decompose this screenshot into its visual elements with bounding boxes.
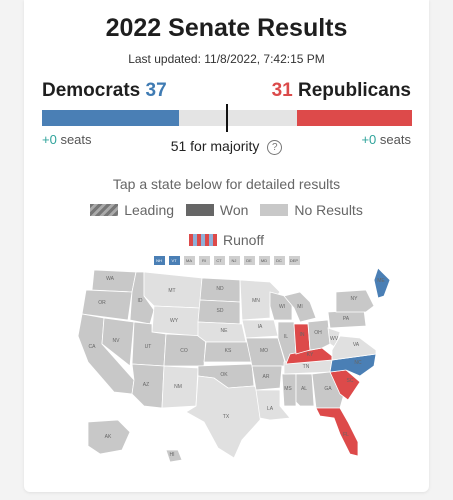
state-label-sc: SC [347, 378, 354, 384]
state-label-ut: UT [145, 344, 152, 350]
state-label-al: AL [301, 386, 307, 392]
state-label-hi: HI [170, 452, 175, 458]
map-instruction: Tap a state below for detailed results [112, 176, 341, 192]
state-label-ar: AR [263, 374, 270, 380]
state-label-wv: WV [330, 336, 339, 342]
state-label-va: VA [353, 342, 360, 348]
won-swatch [185, 204, 214, 216]
state-label-mn: MN [252, 298, 260, 304]
legend-leading: Leading [90, 202, 174, 218]
state-label-fl: FL [343, 432, 349, 438]
state-label-me: ME [377, 278, 385, 284]
state-label-ne: NE [221, 328, 229, 334]
state-label-nv: NV [113, 338, 121, 344]
democrats-count: 37 [145, 80, 167, 101]
state-label-wa: WA [106, 276, 115, 282]
state-label-ca: CA [89, 344, 97, 350]
leading-swatch [90, 204, 119, 216]
state-wa[interactable] [91, 269, 137, 293]
state-label-nc: NC [354, 360, 362, 366]
legend-no-results: No Results [260, 202, 363, 218]
state-label-ks: KS [225, 348, 232, 354]
legend-won-label: Won [219, 202, 249, 218]
legend-runoff: Runoff [24, 232, 429, 248]
state-label-il: IL [284, 334, 288, 340]
democrats-total: Democrats 37 [42, 80, 167, 102]
republicans-bar-fill [297, 110, 412, 126]
legend-runoff-label: Runoff [223, 232, 264, 248]
state-label-la: LA [267, 406, 274, 412]
state-label-oh: OH [314, 330, 322, 336]
state-label-mi: MI [297, 304, 303, 310]
democrats-bar-fill [42, 110, 179, 126]
state-label-az: AZ [143, 382, 149, 388]
state-label-wy: WY [170, 318, 179, 324]
democrats-label: Democrats [42, 80, 141, 101]
legend-leading-label: Leading [124, 202, 175, 218]
state-label-mt: MT [168, 288, 175, 294]
page-title: 2022 Senate Results [105, 14, 348, 42]
state-label-tn: TN [303, 364, 310, 370]
state-label-pa: PA [343, 316, 350, 322]
senate-results-card: 2022 Senate Results Last updated: 11/8/2… [24, 0, 429, 492]
state-label-ak: AK [105, 434, 112, 440]
state-label-id: ID [138, 298, 143, 304]
republicans-count: 31 [271, 80, 293, 101]
republicans-label: Republicans [298, 80, 411, 101]
help-icon[interactable]: ? [267, 140, 283, 155]
last-updated: Last updated: 11/8/2022, 7:42:15 PM [128, 52, 325, 66]
state-label-nm: NM [174, 384, 182, 390]
state-label-sd: SD [217, 308, 224, 314]
us-senate-map: WA OR CA NV ID MT WY UT AZ CO NM ND SD NE KS OK TX MN IA MO… [77, 267, 391, 463]
majority-text: 51 for majority [170, 138, 260, 154]
state-label-wi: WI [279, 304, 285, 310]
state-label-mo: MO [260, 348, 268, 354]
state-label-ms: MS [284, 386, 292, 392]
state-label-ga: GA [324, 386, 332, 392]
majority-threshold: 51 for majority ? [24, 138, 429, 155]
state-in[interactable] [293, 323, 311, 355]
no-results-swatch [260, 204, 289, 216]
majority-marker [226, 104, 228, 132]
legend-none-label: No Results [294, 202, 363, 218]
legend-won: Won [185, 202, 249, 218]
state-label-ok: OK [220, 372, 228, 378]
state-label-co: CO [180, 348, 188, 354]
state-fl[interactable] [315, 407, 359, 457]
state-label-in: IN [300, 332, 305, 338]
state-label-or: OR [98, 300, 106, 306]
state-label-ky: KY [307, 352, 314, 358]
state-label-nd: ND [216, 286, 224, 292]
republicans-total: 31 Republicans [272, 80, 411, 102]
state-label-tx: TX [223, 414, 230, 420]
state-label-ny: NY [351, 296, 359, 302]
runoff-swatch [189, 234, 217, 246]
state-label-ia: IA [258, 324, 263, 330]
map-legend: Leading Won No Results [24, 202, 429, 218]
